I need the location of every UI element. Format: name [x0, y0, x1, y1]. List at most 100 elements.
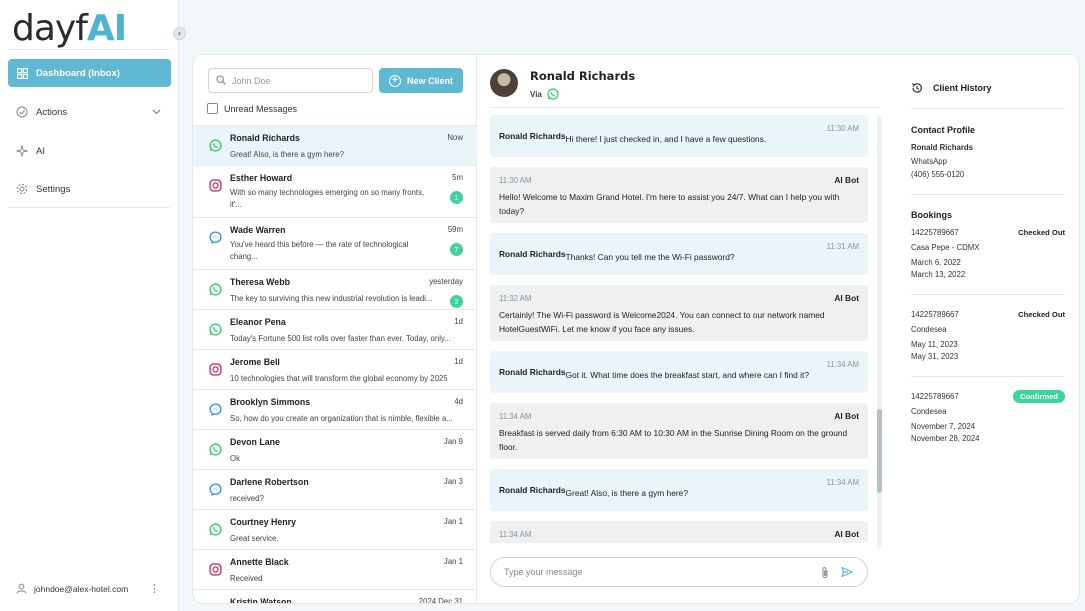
booking-place: Casa Pepe - CDMX — [911, 243, 980, 252]
message-time: 11:34 AM — [499, 530, 532, 539]
scrollbar[interactable] — [877, 115, 882, 549]
unread-label: Unread Messages — [224, 103, 298, 114]
collapse-sidebar-button[interactable]: ‹ — [173, 27, 186, 40]
booking-place: Condesea — [911, 407, 947, 416]
conversation-name: Darlene Robertson — [230, 477, 309, 487]
conversation-item[interactable]: Theresa Webb yesterday The key to survivin… — [193, 269, 477, 309]
conversation-item[interactable]: Devon Lane Jan 9 Ok — [193, 429, 477, 469]
search-input[interactable]: John Doe — [208, 68, 373, 93]
client-history-label: Client History — [933, 83, 992, 93]
chat-contact-name: Ronald Richards — [530, 69, 636, 83]
conversation-item[interactable]: Annette Black Jan 1 Received — [193, 549, 477, 589]
message-text: Breakfast is served daily from 6:30 AM t… — [499, 428, 848, 452]
conversation-item[interactable]: Ronald Richards Now Great! Also, is there … — [193, 125, 477, 165]
unread-messages-checkbox[interactable]: Unread Messages — [207, 103, 297, 114]
avatar[interactable] — [490, 69, 518, 97]
message-sender: AI Bot — [834, 293, 859, 303]
conversation-preview: Ok — [230, 454, 240, 463]
sidebar-item-dashboard[interactable]: Dashboard (Inbox) — [8, 59, 171, 87]
bot-message: AI Bot 11:30 AM Hello! Welcome to Maxim Gr… — [490, 167, 868, 223]
new-client-button[interactable]: + New Client — [379, 68, 463, 93]
user-icon — [16, 583, 27, 594]
sidebar-item-actions[interactable]: Actions — [8, 98, 171, 126]
conversation-item[interactable]: Kristin Watson 2024 Dec 31 — [193, 589, 477, 603]
unread-badge: 1 — [450, 191, 463, 204]
conversation-preview: received? — [230, 494, 264, 503]
chevron-down-icon[interactable] — [152, 107, 161, 117]
conversation-item[interactable]: Eleanor Pena 1d Today's Fortune 500 list r… — [193, 309, 477, 349]
conversation-preview: Received — [230, 574, 263, 583]
conversation-time: 5m — [452, 173, 463, 182]
conversation-name: Ronald Richards — [230, 133, 300, 143]
booking-from: May 11, 2023 — [911, 340, 958, 349]
status-badge: Confirmed — [1013, 390, 1065, 403]
user-account[interactable]: johndoe@alex-hotel.com ⋮ — [16, 582, 166, 595]
divider — [8, 207, 170, 208]
sidebar-item-label: AI — [36, 145, 45, 157]
sidebar: dayfAI Dashboard (Inbox) Actions AI Sett… — [0, 0, 179, 611]
send-icon[interactable] — [841, 566, 853, 580]
conversation-item[interactable]: Esther Howard 5m With so many technologies… — [193, 165, 477, 217]
conversation-item[interactable]: Wade Warren 59m You've heard this before —… — [193, 217, 477, 269]
conversation-time: 4d — [454, 397, 463, 406]
gear-icon — [16, 183, 28, 195]
conversation-item[interactable]: Jerome Bell 1d 10 technologies that will t… — [193, 349, 477, 389]
main-panel: John Doe + New Client Unread Messages Ro… — [193, 55, 1079, 603]
sidebar-item-settings[interactable]: Settings — [8, 175, 171, 203]
conversation-name: Jerome Bell — [230, 357, 280, 367]
conversation-time: Jan 1 — [443, 517, 463, 526]
user-email: johndoe@alex-hotel.com — [34, 583, 129, 594]
user-message: Ronald Richards 11:31 AM Thanks! Can you t… — [490, 233, 868, 275]
conversation-time: 59m — [447, 225, 463, 234]
conversation-name: Theresa Webb — [230, 277, 290, 287]
new-client-label: New Client — [406, 75, 453, 86]
bot-message: AI Bot 11:34 AM Breakfast is served daily … — [490, 403, 868, 459]
conversation-item[interactable]: Brooklyn Simmons 4d So, how do you create … — [193, 389, 477, 429]
search-placeholder: John Doe — [232, 75, 271, 86]
conversation-item[interactable]: Courtney Henry Jan 1 Great service. — [193, 509, 477, 549]
booking-to: November 28, 2024 — [911, 434, 980, 443]
divider — [911, 194, 1065, 195]
contact-profile-heading: Contact Profile — [911, 125, 976, 135]
whatsapp-icon — [547, 88, 559, 100]
logo[interactable]: dayfAI — [12, 8, 127, 49]
logo-accent-text: AI — [86, 8, 127, 49]
bot-message: AI Bot 11:34 AM — [490, 521, 868, 543]
chat-channel: Via — [530, 88, 559, 100]
conversation-list: John Doe + New Client Unread Messages Ro… — [193, 55, 477, 603]
message-time: 11:32 AM — [499, 294, 532, 303]
history-icon — [911, 82, 923, 94]
conversation-preview: Great service. — [230, 534, 279, 543]
attachment-icon[interactable] — [820, 566, 830, 581]
conversation-time: yesterday — [429, 277, 463, 286]
conversation-item[interactable]: Darlene Robertson Jan 3 received? — [193, 469, 477, 509]
checkbox[interactable] — [207, 103, 218, 114]
unread-badge: 7 — [450, 243, 463, 256]
scrollbar-thumb[interactable] — [877, 409, 882, 493]
conversation-name: Annette Black — [230, 557, 289, 567]
conversation-time: Now — [447, 133, 463, 142]
user-message: Ronald Richards 11:34 AM Got it. What time… — [490, 351, 868, 393]
message-time: 11:34 AM — [499, 412, 532, 421]
messenger-icon — [209, 483, 222, 496]
message-time: 11:30 AM — [499, 176, 532, 185]
sidebar-item-ai[interactable]: AI — [8, 137, 171, 165]
more-vertical-icon[interactable]: ⋮ — [149, 582, 160, 595]
message-thread: Ronald Richards 11:30 AM Hi there! I just … — [490, 115, 870, 543]
message-input[interactable]: Type your message — [490, 557, 868, 587]
whatsapp-icon — [209, 523, 222, 536]
contact-name: Ronald Richards — [911, 143, 973, 152]
instagram-icon — [209, 179, 222, 192]
message-text: Got it. What time does the breakfast sta… — [565, 369, 810, 380]
conversation-preview: You've heard this before — the rate of t… — [230, 240, 409, 261]
chevron-left-icon: ‹ — [178, 28, 181, 38]
message-sender: AI Bot — [834, 529, 859, 539]
message-text: Certainly! The Wi-Fi password is Welcome… — [499, 310, 825, 334]
chat-panel: Ronald Richards Via Ronald Richards 11:30… — [478, 55, 896, 603]
status-badge: Checked Out — [1018, 228, 1065, 237]
sidebar-item-label: Dashboard (Inbox) — [36, 67, 120, 79]
message-placeholder: Type your message — [504, 567, 583, 577]
message-time: 11:31 AM — [826, 242, 859, 251]
divider — [490, 107, 880, 108]
booking-place: Condesea — [911, 325, 947, 334]
